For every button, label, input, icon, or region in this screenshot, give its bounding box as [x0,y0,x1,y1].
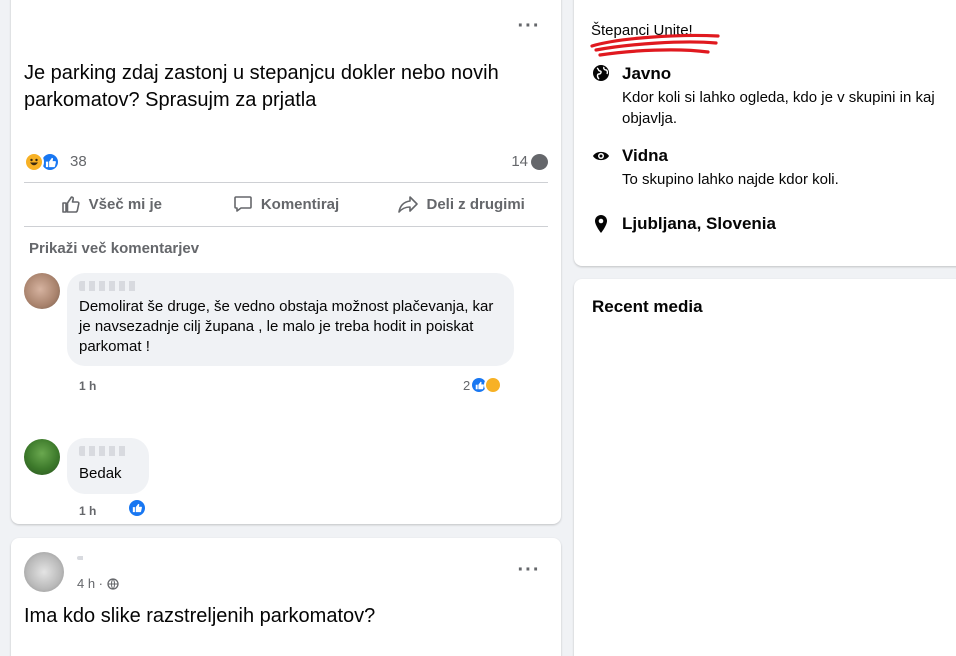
like-button[interactable]: Všeč mi je [24,186,199,222]
comment-time[interactable]: 1 h [79,504,96,518]
commenter-name-redacted[interactable] [79,281,139,291]
wow-reaction-icon [484,376,503,394]
comment-label: Komentiraj [260,195,340,213]
location-label: Ljubljana, Slovenia [622,214,776,233]
post-card: 4 h · ··· Ima kdo slike razstreljenih pa… [11,538,561,656]
visibility-description: To skupino lahko najde kdor koli. [622,171,839,188]
comments-count[interactable]: 14 [511,153,548,170]
avatar[interactable] [24,552,64,592]
comment-button[interactable]: Komentiraj [199,186,374,222]
globe-icon [107,577,119,590]
more-options-button[interactable]: ··· [511,552,547,588]
visibility-row: Vidna To skupino lahko najde kdor koli. [591,146,952,190]
comment-text: Demolirat še druge, še vedno obstaja mož… [79,298,494,355]
location-pin-icon [591,214,611,234]
red-scribble-annotation [590,33,720,57]
post-actions: Všeč mi je Komentiraj Deli z drugimi [24,186,548,222]
reactions-summary[interactable]: 38 14 [24,150,548,174]
location-row[interactable]: Ljubljana, Slovenia [591,214,776,234]
comment-bubble: Demolirat še druge, še vedno obstaja mož… [67,273,514,366]
eye-icon [591,146,611,166]
comment-icon [234,196,252,212]
avatar[interactable] [24,439,60,475]
share-label: Deli z drugimi [426,195,525,213]
divider [24,226,548,227]
privacy-title: Javno [622,64,672,83]
comment-bubble-icon [531,153,548,170]
visibility-title: Vidna [622,146,668,165]
post-text: Ima kdo slike razstreljenih parkomatov? [24,605,376,627]
share-button[interactable]: Deli z drugimi [373,186,548,222]
post-timestamp[interactable]: 4 h · [77,576,119,591]
comment-reactions[interactable]: 2 [463,376,503,394]
post-card: ··· Je parking zdaj zastonj u stepanjcu … [11,0,561,524]
thumbs-up-icon [61,196,80,213]
view-more-comments-link[interactable]: Prikaži več komentarjev [29,240,199,257]
comment-bubble: Bedak [67,438,149,494]
comment-time[interactable]: 1 h [79,379,96,393]
post-text: Je parking zdaj zastonj u stepanjcu dokl… [24,62,499,111]
post-time-label: 4 h · [77,576,104,591]
reactions-count: 38 [70,153,87,170]
commenter-name-redacted[interactable] [79,446,129,456]
share-icon [397,196,418,213]
haha-reaction-icon [24,152,44,172]
like-label: Všeč mi je [88,195,163,213]
comments-count-label: 14 [511,153,528,170]
recent-media-title: Recent media [592,297,703,316]
globe-icon [591,64,611,84]
privacy-public-row: Javno Kdor koli si lahko ogleda, kdo je … [591,64,952,129]
comment-reactions[interactable] [127,498,147,518]
like-reaction-icon [127,498,147,518]
about-panel: Štepanci Unite! Javno Kdor koli si lahko… [574,0,956,266]
comment-reaction-count: 2 [463,377,471,393]
privacy-description: Kdor koli si lahko ogleda, kdo je v skup… [622,89,935,127]
comment-text: Bedak [79,465,122,482]
author-name-redacted[interactable] [77,556,87,560]
avatar[interactable] [24,273,60,309]
more-options-button[interactable]: ··· [511,8,547,44]
recent-media-panel: Recent media [574,279,956,656]
divider [24,182,548,183]
